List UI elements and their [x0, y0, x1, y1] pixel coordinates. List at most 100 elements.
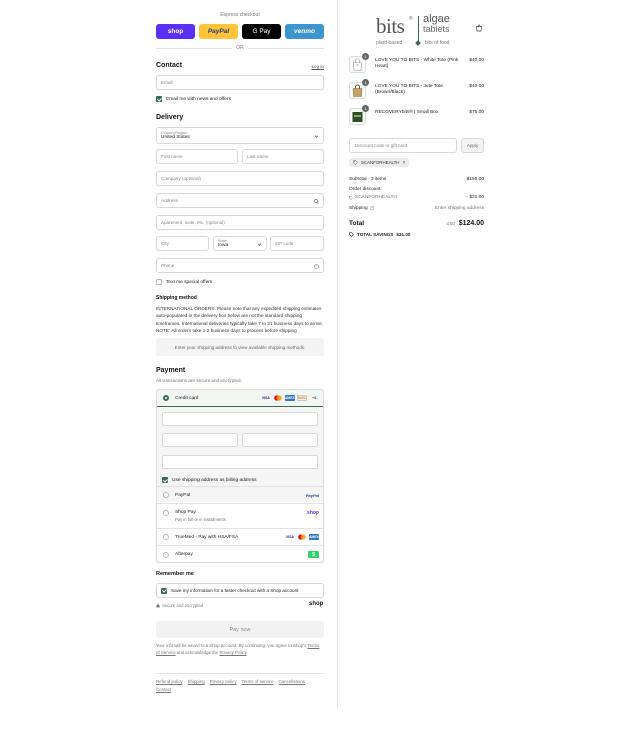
shopping-bag-icon[interactable]: [475, 24, 483, 32]
paypal-button[interactable]: PayPal: [199, 24, 238, 39]
chevron-down-icon: [257, 243, 262, 247]
total-savings-label: TOTAL SAVINGS: [357, 232, 394, 237]
logo-divider: [418, 16, 419, 41]
remove-discount-icon[interactable]: ×: [402, 160, 405, 166]
shop-logo: shop: [309, 601, 324, 607]
afterpay-logo: $: [308, 551, 319, 558]
logo-reg: ®: [409, 16, 413, 22]
apartment-field[interactable]: Apartment, suite, etc. (optional): [156, 215, 324, 230]
secure-row: Secure and encrypted: [156, 603, 203, 608]
discount-code-label: SCANFORHEALTH: [361, 160, 400, 165]
state-select[interactable]: State Iowa: [213, 236, 267, 251]
contact-heading: Contact: [156, 62, 183, 69]
shipping-row: Shipping ? Enter shipping address: [349, 206, 484, 211]
afterpay-radio[interactable]: [163, 551, 169, 558]
billing-same-checkbox[interactable]: [162, 477, 168, 483]
payment-heading: Payment: [156, 367, 186, 374]
mastercard-icon: [273, 395, 283, 401]
login-link[interactable]: Log in: [306, 64, 324, 69]
venmo-button[interactable]: venmo: [285, 24, 324, 39]
credit-card-radio[interactable]: [163, 395, 169, 401]
first-name-field[interactable]: First name: [156, 149, 238, 164]
card-expiry-field[interactable]: [162, 433, 238, 447]
currency-label: USD: [446, 221, 456, 226]
quantity-badge: 1: [362, 105, 369, 112]
order-discount-row: Order discount: [349, 187, 484, 192]
amex-icon: AMEX: [309, 534, 319, 540]
country-select[interactable]: Country/Region United States: [156, 127, 324, 144]
phone-field[interactable]: Phone ?: [156, 258, 324, 273]
save-info-checkbox[interactable]: [161, 587, 167, 594]
shop-pay-button[interactable]: shop: [156, 24, 195, 39]
city-field[interactable]: City: [156, 236, 209, 251]
save-info-row[interactable]: Save my information for a faster checkou…: [156, 583, 324, 598]
logo-plant-based: plant-based: [376, 40, 403, 46]
last-name-field[interactable]: Last name: [242, 149, 324, 164]
visa-icon: VISA: [261, 396, 270, 400]
discount-code-detail: SCANFORHEALTH: [355, 195, 398, 200]
footer-divider: [156, 673, 324, 674]
footer-cancellations-link[interactable]: Cancellations: [279, 679, 305, 684]
secure-label: Secure and encrypted: [162, 603, 203, 608]
or-label: OR: [232, 45, 248, 51]
paypal-logo: PayPal: [305, 492, 319, 498]
shipping-methods-placeholder: Enter your shipping address to view avai…: [156, 338, 324, 356]
item-name: LOVE YOU TO BITS - Jute Tote (Brown/Blac…: [375, 84, 443, 96]
truemed-option[interactable]: TrueMed - Pay with HSA/FSA VISA AMEX: [157, 528, 323, 545]
product-thumbnail: 1: [349, 105, 369, 125]
news-checkbox-row[interactable]: Email me with news and offers: [156, 96, 231, 102]
footer-refund-link[interactable]: Refund policy: [156, 679, 183, 684]
news-checkbox[interactable]: [156, 96, 162, 102]
footer-shipping-link[interactable]: Shipping: [188, 679, 205, 684]
card-cvv-field[interactable]: [242, 433, 318, 447]
google-pay-button[interactable]: G Pay: [242, 24, 281, 39]
order-summary: [337, 0, 640, 708]
footer-contact-link[interactable]: Contact: [156, 687, 171, 692]
remember-me-heading: Remember me: [156, 571, 194, 577]
privacy-policy-link[interactable]: Privacy Policy: [219, 650, 246, 655]
billing-same-row[interactable]: Use shipping address as billing address: [162, 477, 257, 483]
help-icon[interactable]: ?: [369, 206, 375, 211]
brand-logo[interactable]: bits ® algae tablets plant-based bits of…: [376, 14, 458, 47]
footer-privacy-link[interactable]: Privacy policy: [210, 679, 237, 684]
paypal-option[interactable]: PayPal PayPal: [157, 486, 323, 503]
address-field[interactable]: Address: [156, 193, 324, 208]
quantity-badge: 1: [362, 53, 369, 60]
shop-pay-label: Shop Pay: [175, 510, 196, 515]
total-savings-row: TOTAL SAVINGS $31.00: [349, 232, 410, 237]
shop-pay-radio[interactable]: [163, 510, 169, 516]
apply-discount-button[interactable]: Apply: [461, 138, 484, 153]
payment-options: Credit card VISA AMEX DISC +3 Use shippi…: [156, 389, 324, 563]
payment-subtitle: All transactions are secure and encrypte…: [156, 378, 242, 383]
truemed-radio[interactable]: [163, 534, 169, 540]
company-field[interactable]: Company (optional): [156, 171, 324, 186]
card-number-field[interactable]: [162, 412, 318, 426]
shipping-label: Shipping: [349, 206, 368, 211]
phone-placeholder: Phone: [161, 263, 175, 268]
text-offers-row[interactable]: Text me special offers: [156, 279, 212, 285]
paypal-radio[interactable]: [163, 492, 169, 498]
email-field[interactable]: Email: [156, 75, 324, 90]
total-savings-value: $31.00: [396, 232, 411, 237]
amex-icon: AMEX: [284, 395, 295, 401]
subtotal-row: Subtotal · 3 items $155.00: [349, 177, 484, 182]
pay-now-button[interactable]: Pay now: [156, 621, 324, 638]
mastercard-icon: [297, 534, 307, 540]
help-icon[interactable]: ?: [314, 264, 319, 269]
discount-code-input[interactable]: Discount code or gift card: [349, 138, 457, 153]
total-label: Total: [349, 220, 365, 227]
cart-item: 1 LOVE YOU TO BITS - White Tote (Pink He…: [349, 53, 484, 76]
logo-tablets: tablets: [423, 24, 450, 34]
text-offers-checkbox[interactable]: [156, 279, 162, 285]
card-name-field[interactable]: [162, 455, 318, 469]
zip-field[interactable]: ZIP code: [270, 236, 324, 251]
tag-icon: [349, 232, 354, 237]
chevron-down-icon: [314, 135, 319, 139]
credit-card-option[interactable]: Credit card VISA AMEX DISC +3: [157, 390, 323, 407]
subtotal-value: $155.00: [466, 177, 484, 182]
afterpay-option[interactable]: Afterpay $: [157, 545, 323, 562]
logo-diamond-icon: [415, 40, 421, 46]
footer-terms-link[interactable]: Terms of service: [242, 679, 274, 684]
shop-pay-option[interactable]: Shop Pay Pay in full or in installments …: [157, 503, 323, 528]
quantity-badge: 1: [362, 79, 369, 86]
